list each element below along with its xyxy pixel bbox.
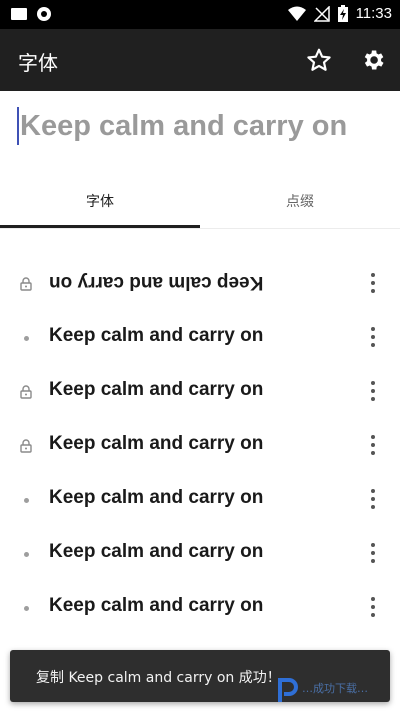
preview-input-area [0,91,400,171]
settings-gear-icon[interactable] [360,47,386,73]
lock-icon [18,382,34,402]
status-time: 11:33 [355,5,392,22]
list-item[interactable]: Keep calm and carry on [0,365,400,419]
status-bar: 11:33 [0,0,400,29]
bullet-dot [23,335,29,341]
more-options-icon[interactable] [364,594,382,620]
tab-divider [0,228,400,229]
tab-bar: 字体 点缀 [0,180,400,230]
more-options-icon[interactable] [364,486,382,512]
location-icon [37,7,51,21]
more-options-icon[interactable] [364,378,382,404]
bullet-dot [23,497,29,503]
list-item[interactable]: Keep calm and carry on [0,581,400,635]
tab-decorations[interactable]: 点缀 [200,180,400,228]
app-bar: 字体 [0,29,400,91]
bullet-dot [23,551,29,557]
bullet-dot [23,605,29,611]
list-item[interactable]: Keep calm and carry on [0,419,400,473]
notification-icon [11,8,27,20]
watermark: …成功下载… [276,676,396,708]
no-signal-icon [313,5,330,22]
toast-message: 复制 Keep calm and carry on 成功！ [36,670,281,686]
text-cursor [17,107,19,145]
more-options-icon[interactable] [364,432,382,458]
list-item[interactable]: Keep calm and carry on [0,311,400,365]
list-item[interactable]: Keep calm and carry on [0,257,400,311]
font-sample-text: Keep calm and carry on [49,379,264,400]
font-sample-text: Keep calm and carry on [49,541,264,562]
list-item[interactable]: Keep calm and carry on [0,527,400,581]
more-options-icon[interactable] [364,324,382,350]
battery-charging-icon [337,5,348,22]
lock-icon [18,274,34,294]
font-sample-text: Keep calm and carry on [49,433,264,454]
watermark-text: …成功下载… [302,682,368,695]
font-sample-text: Keep calm and carry on [49,272,264,293]
star-outline-icon[interactable] [306,47,332,73]
font-sample-text: Keep calm and carry on [49,325,264,346]
watermark-logo-icon [278,678,298,702]
more-options-icon[interactable] [364,270,382,296]
font-sample-text: Keep calm and carry on [49,487,264,508]
wifi-icon [287,6,306,21]
font-sample-text: Keep calm and carry on [49,595,264,616]
more-options-icon[interactable] [364,540,382,566]
page-title: 字体 [18,51,58,75]
list-item[interactable]: Keep calm and carry on [0,473,400,527]
tab-fonts[interactable]: 字体 [0,180,200,228]
lock-icon [18,436,34,456]
preview-text-input[interactable] [20,101,390,151]
